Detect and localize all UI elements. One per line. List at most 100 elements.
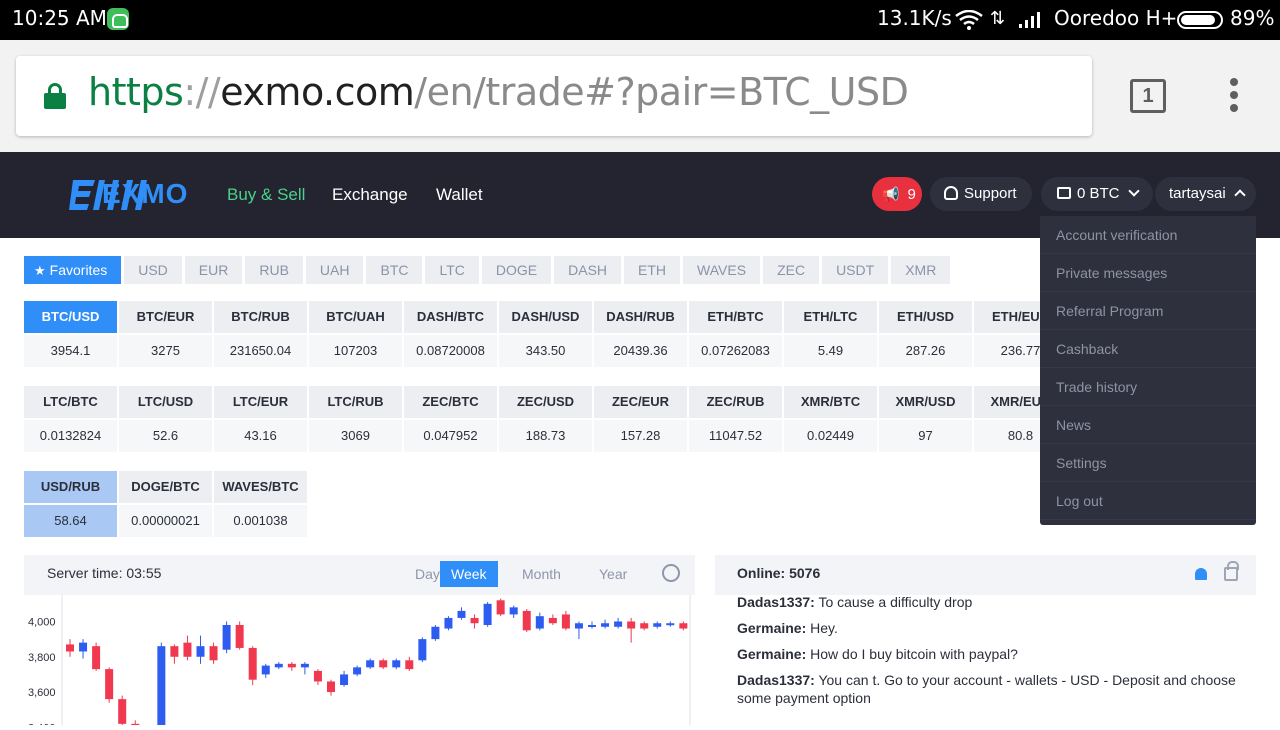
wallet-balance-button[interactable]: 0 BTC [1041,177,1153,211]
candle-body [614,621,623,627]
pair-cell[interactable]: XMR/USD 97 [879,386,972,452]
pair-cell[interactable]: BTC/RUB 231650.04 [214,301,307,367]
pair-cell[interactable]: LTC/USD 52.6 [119,386,212,452]
currency-tab-usd[interactable]: USD [124,256,182,284]
address-bar[interactable]: https://exmo.com/en/trade#?pair=BTC_USD [16,56,1092,136]
pair-price: 0.047952 [404,420,497,452]
candle-body [66,644,74,652]
currency-tab-usdt[interactable]: USDT [822,256,889,284]
period-month[interactable]: Month [511,561,572,587]
user-menu-button[interactable]: tartaysai [1155,177,1256,211]
url-text[interactable]: https://exmo.com/en/trade#?pair=BTC_USD [88,70,909,114]
currency-tab-eth[interactable]: ETH [624,256,681,284]
nav-buy-sell[interactable]: Buy & Sell [227,185,305,205]
support-button[interactable]: Support [930,177,1032,211]
nav-exchange[interactable]: Exchange [332,185,408,205]
notifications-button[interactable]: 📢 9 [872,177,922,211]
bell-icon[interactable] [1195,568,1207,580]
pair-cell[interactable]: DASH/RUB 20439.36 [594,301,687,367]
pair-cell[interactable]: ETH/USD 287.26 [879,301,972,367]
candlestick-chart[interactable]: 4,000 3,800 3,600 3,400 [24,595,695,730]
expand-chart-icon[interactable] [662,564,680,582]
pair-cell[interactable]: WAVES/BTC 0.001038 [214,471,307,537]
chat-messages[interactable]: Dadas1337: To cause a difficulty drop Ge… [715,595,1256,725]
lock-chat-icon[interactable] [1224,561,1239,581]
pair-price: 0.00000021 [119,505,212,537]
chart-panel: Server time: 03:55 Day Week Month Year 4… [24,555,695,730]
menu-item-log-out[interactable]: Log out [1040,482,1256,520]
pair-name: WAVES/BTC [214,471,307,503]
pair-cell[interactable]: ETH/LTC 5.49 [784,301,877,367]
pair-name: XMR/USD [879,386,972,418]
pair-cell[interactable]: USD/RUB 58.64 [24,471,117,537]
currency-tab-favorites[interactable]: ★ Favorites [24,256,122,284]
pair-cell[interactable]: DASH/USD 343.50 [499,301,592,367]
currency-tab-ltc[interactable]: LTC [425,256,479,284]
pair-name: USD/RUB [24,471,117,503]
menu-item-private-messages[interactable]: Private messages [1040,254,1256,292]
lock-icon[interactable] [44,83,66,109]
candle-body [666,623,675,626]
candle-body [353,667,362,675]
pair-cell[interactable]: DASH/BTC 0.08720008 [404,301,497,367]
more-menu-icon[interactable] [1228,78,1240,118]
candle-body [79,642,88,652]
nav-wallet[interactable]: Wallet [436,185,483,205]
pair-cell[interactable]: LTC/EUR 43.16 [214,386,307,452]
username: tartaysai [1169,185,1226,202]
menu-item-account-verification[interactable]: Account verification [1040,216,1256,254]
pairs-grid-row2: LTC/BTC 0.0132824 LTC/USD 52.6 LTC/EUR 43.16 L… [24,386,1069,452]
chat-message: Dadas1337: You can t. Go to your account… [737,672,1236,706]
candle-body [418,639,427,661]
browser-toolbar: https://exmo.com/en/trade#?pair=BTC_USD … [0,40,1280,152]
menu-item-referral-program[interactable]: Referral Program [1040,292,1256,330]
pair-cell[interactable]: ZEC/RUB 11047.52 [689,386,782,452]
pair-name: BTC/UAH [309,301,402,333]
menu-item-cashback[interactable]: Cashback [1040,330,1256,368]
pair-cell[interactable]: LTC/RUB 3069 [309,386,402,452]
currency-tab-waves[interactable]: WAVES [683,256,761,284]
pair-cell[interactable]: LTC/BTC 0.0132824 [24,386,117,452]
logo-text[interactable]: EXMO [102,178,188,210]
period-week[interactable]: Week [440,561,498,587]
pair-price: 43.16 [214,420,307,452]
currency-tab-rub[interactable]: RUB [245,256,303,284]
currency-tab-label: USDT [836,262,875,278]
pair-cell[interactable]: BTC/UAH 107203 [309,301,402,367]
candle-body [601,623,610,627]
currency-tab-eur[interactable]: EUR [184,256,243,284]
pair-cell[interactable]: DOGE/BTC 0.00000021 [119,471,212,537]
currency-tab-label: XMR [905,262,937,278]
currency-tab-xmr[interactable]: XMR [891,256,951,284]
currency-tab-uah[interactable]: UAH [305,256,364,284]
pair-price: 0.07262083 [689,335,782,367]
pair-cell[interactable]: BTC/USD 3954.1 [24,301,117,367]
y-tick-label: 4,000 [28,616,56,628]
support-label: Support [964,185,1017,202]
candle-body [561,614,570,629]
candle-body [379,660,388,668]
pairs-grid-row3: USD/RUB 58.64 DOGE/BTC 0.00000021 WAVES/BTC 0… [24,471,309,537]
candle-body [261,665,270,675]
currency-tab-btc[interactable]: BTC [366,256,423,284]
chat-panel: Online: 5076 Dadas1337: To cause a diffi… [715,555,1256,725]
pair-cell[interactable]: ZEC/BTC 0.047952 [404,386,497,452]
pair-name: LTC/USD [119,386,212,418]
currency-tab-dash[interactable]: DASH [554,256,622,284]
pair-name: XMR/BTC [784,386,877,418]
period-year[interactable]: Year [588,561,638,587]
currency-tab-zec[interactable]: ZEC [763,256,820,284]
menu-item-trade-history[interactable]: Trade history [1040,368,1256,406]
pair-cell[interactable]: XMR/BTC 0.02449 [784,386,877,452]
pair-cell[interactable]: BTC/EUR 3275 [119,301,212,367]
chat-message: Germaine: How do I buy bitcoin with payp… [737,646,1018,662]
tab-switcher-button[interactable]: 1 [1130,79,1166,113]
menu-item-news[interactable]: News [1040,406,1256,444]
headset-icon [944,186,958,200]
menu-item-settings[interactable]: Settings [1040,444,1256,482]
pair-cell[interactable]: ZEC/USD 188.73 [499,386,592,452]
currency-tab-doge[interactable]: DOGE [481,256,552,284]
pair-price: 20439.36 [594,335,687,367]
pair-cell[interactable]: ETH/BTC 0.07262083 [689,301,782,367]
pair-cell[interactable]: ZEC/EUR 157.28 [594,386,687,452]
